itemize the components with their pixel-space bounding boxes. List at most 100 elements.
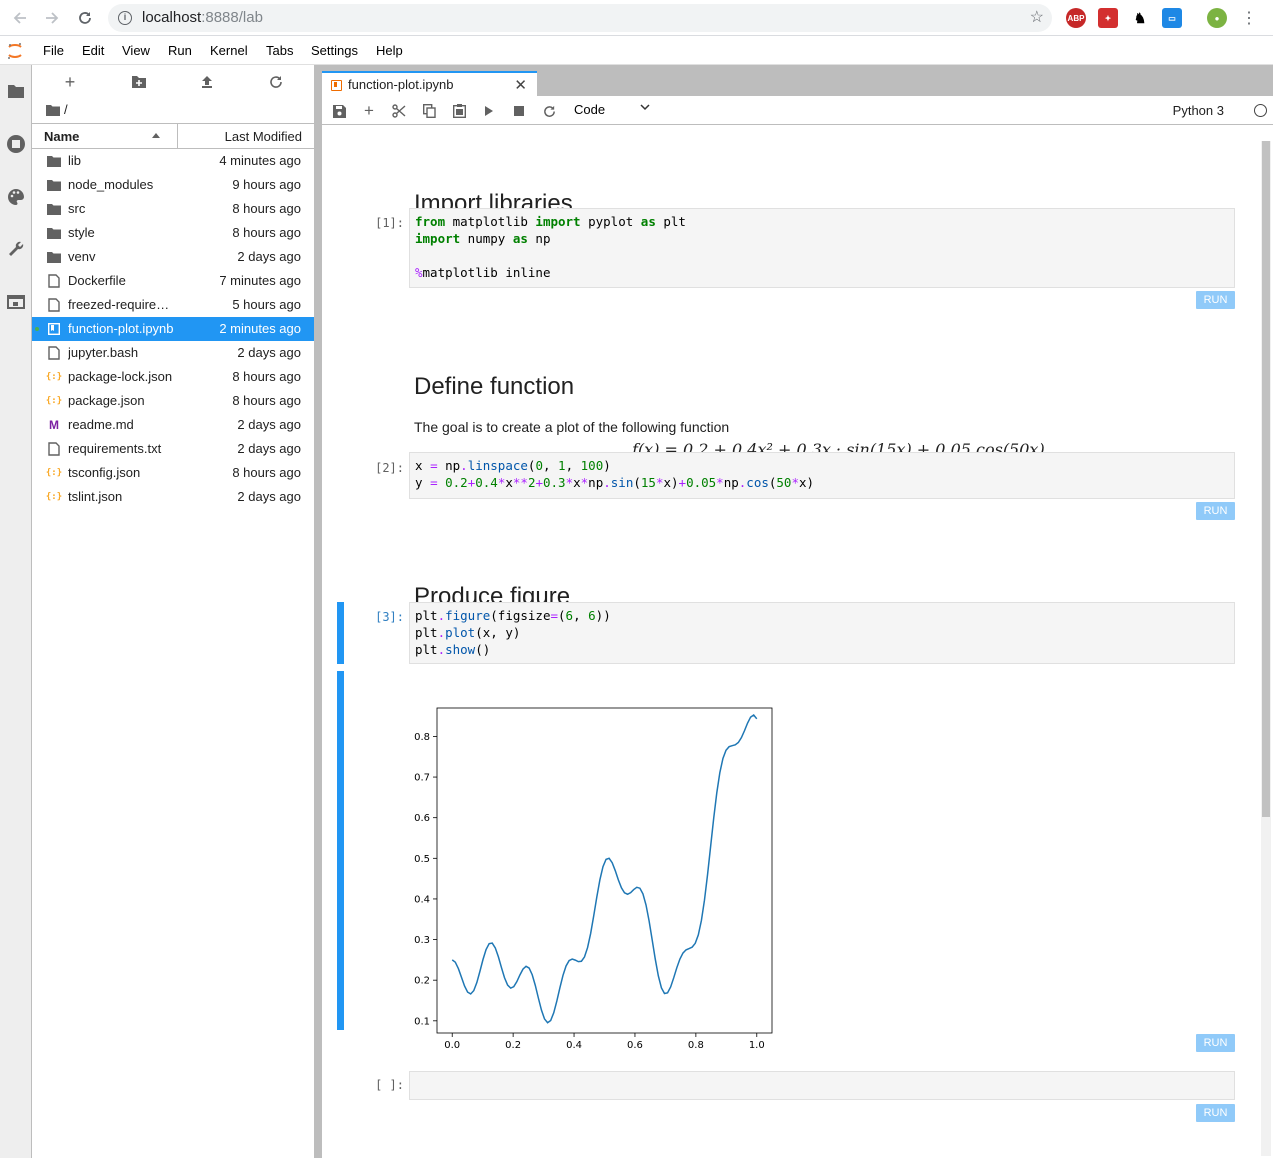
y-tick-label: 0.5 <box>414 854 430 865</box>
close-icon[interactable]: ✕ <box>514 76 527 94</box>
tabs-icon[interactable] <box>4 290 28 314</box>
file-row[interactable]: node_modules 9 hours ago <box>32 173 314 197</box>
file-modified: 8 hours ago <box>232 225 301 240</box>
stop-icon[interactable] <box>510 102 528 120</box>
notebook-icon <box>331 80 342 91</box>
new-folder-button[interactable] <box>129 72 149 92</box>
code-cell-2[interactable]: x = np.linspace(0, 1, 100) y = 0.2+0.4*x… <box>409 452 1235 499</box>
menu-help[interactable]: Help <box>376 43 403 58</box>
back-icon[interactable] <box>8 6 32 30</box>
column-modified-header[interactable]: Last Modified <box>225 129 302 144</box>
file-row[interactable]: style 8 hours ago <box>32 221 314 245</box>
breadcrumb: / <box>46 102 68 117</box>
kebab-menu-icon[interactable]: ⋮ <box>1237 6 1261 30</box>
cell-type-select[interactable]: Code <box>574 102 650 117</box>
gnome-icon[interactable]: ♞ <box>1130 8 1150 28</box>
file-row[interactable]: lib 4 minutes ago <box>32 149 314 173</box>
code-cell-1[interactable]: from matplotlib import pyplot as plt imp… <box>409 208 1235 288</box>
new-launcher-button[interactable]: + <box>60 72 80 92</box>
x-tick-label: 0.8 <box>688 1040 704 1051</box>
folder-icon <box>47 202 61 216</box>
file-modified: 2 days ago <box>237 417 301 432</box>
file-name: function-plot.ipynb <box>68 321 174 336</box>
notebook-icon <box>47 322 61 336</box>
extension-blue-icon[interactable]: ▭ <box>1162 8 1182 28</box>
copy-icon[interactable] <box>420 102 438 120</box>
restart-icon[interactable] <box>540 102 558 120</box>
file-row[interactable]: Dockerfile 7 minutes ago <box>32 269 314 293</box>
markdown-paragraph: The goal is to create a plot of the foll… <box>414 419 730 435</box>
menu-bar: File Edit View Run Kernel Tabs Settings … <box>0 37 1273 65</box>
menu-run[interactable]: Run <box>168 43 192 58</box>
file-row[interactable]: src 8 hours ago <box>32 197 314 221</box>
file-row[interactable]: function-plot.ipynb 2 minutes ago <box>32 317 314 341</box>
file-row[interactable]: {:} tslint.json 2 days ago <box>32 485 314 509</box>
x-tick-label: 0.0 <box>444 1040 460 1051</box>
file-row[interactable]: venv 2 days ago <box>32 245 314 269</box>
bookmark-star-icon[interactable]: ☆ <box>1030 4 1044 32</box>
file-row[interactable]: {:} package-lock.json 8 hours ago <box>32 365 314 389</box>
menu-view[interactable]: View <box>122 43 150 58</box>
file-row[interactable]: {:} package.json 8 hours ago <box>32 389 314 413</box>
wrench-icon[interactable] <box>4 237 28 261</box>
folder-icon[interactable] <box>4 79 28 103</box>
output-collapser[interactable] <box>337 671 344 1030</box>
cut-icon[interactable] <box>390 102 408 120</box>
upload-button[interactable] <box>197 72 217 92</box>
scrollbar-thumb[interactable] <box>1262 141 1270 817</box>
breadcrumb-root[interactable]: / <box>64 102 68 117</box>
y-tick-label: 0.1 <box>414 1016 430 1027</box>
info-icon[interactable]: i <box>118 11 132 25</box>
menu-kernel[interactable]: Kernel <box>210 43 248 58</box>
avatar[interactable]: ● <box>1207 8 1227 28</box>
file-row[interactable]: Mreadme.md 2 days ago <box>32 413 314 437</box>
forward-icon[interactable] <box>40 6 64 30</box>
menu-settings[interactable]: Settings <box>311 43 358 58</box>
file-row[interactable]: requirements.txt 2 days ago <box>32 437 314 461</box>
file-row[interactable]: freezed-requirements.txt 5 hours ago <box>32 293 314 317</box>
chevron-down-icon <box>640 102 650 114</box>
palette-icon[interactable] <box>4 185 28 209</box>
kernel-name[interactable]: Python 3 <box>1173 103 1224 118</box>
column-name-header[interactable]: Name <box>44 129 79 144</box>
run-button[interactable]: RUN <box>1196 502 1235 520</box>
tab-function-plot[interactable]: function-plot.ipynb ✕ <box>322 71 537 97</box>
line-chart: 0.0 0.2 0.4 0.6 0.8 1.0 0.1 0.2 0.3 0.4 0.5 0.6 0.7 0… <box>414 707 773 1051</box>
extension-red-icon[interactable]: ✦ <box>1098 8 1118 28</box>
notebook-scrollbar[interactable] <box>1261 141 1271 1156</box>
y-tick-label: 0.6 <box>414 813 430 824</box>
active-cell-collapser[interactable] <box>337 602 344 664</box>
file-name: readme.md <box>68 417 134 432</box>
menu-edit[interactable]: Edit <box>82 43 104 58</box>
json-icon: {:} <box>45 372 63 382</box>
menu-file[interactable]: File <box>43 43 64 58</box>
run-icon[interactable] <box>480 102 498 120</box>
main-dock-area: function-plot.ipynb ✕ + Code Python 3 Im… <box>315 65 1273 1158</box>
add-cell-icon[interactable]: + <box>360 101 378 120</box>
code-cell-empty[interactable] <box>409 1071 1235 1100</box>
file-icon <box>47 298 61 312</box>
paste-icon[interactable] <box>450 102 468 120</box>
refresh-button[interactable] <box>266 72 286 92</box>
running-icon[interactable] <box>4 132 28 156</box>
column-divider[interactable] <box>177 124 178 148</box>
run-button[interactable]: RUN <box>1196 291 1235 309</box>
run-button[interactable]: RUN <box>1196 1034 1235 1052</box>
adblock-icon[interactable]: ABP <box>1066 8 1086 28</box>
file-row[interactable]: {:} tsconfig.json 8 hours ago <box>32 461 314 485</box>
address-bar[interactable]: i localhost:8888/lab ☆ <box>108 4 1052 32</box>
reload-icon[interactable] <box>73 6 97 30</box>
menu-tabs[interactable]: Tabs <box>266 43 293 58</box>
x-tick-label: 1.0 <box>749 1040 765 1051</box>
kernel-idle-icon <box>1254 104 1267 117</box>
file-name: style <box>68 225 95 240</box>
folder-icon <box>47 226 61 240</box>
save-icon[interactable] <box>330 102 348 120</box>
code-cell-3[interactable]: plt.figure(figsize=(6, 6)) plt.plot(x, y… <box>409 602 1235 664</box>
file-name: package-lock.json <box>68 369 173 384</box>
home-folder-icon[interactable] <box>46 104 60 116</box>
file-row[interactable]: jupyter.bash 2 days ago <box>32 341 314 365</box>
run-button[interactable]: RUN <box>1196 1104 1235 1122</box>
tab-label: function-plot.ipynb <box>348 77 454 92</box>
y-tick-label: 0.4 <box>414 894 430 905</box>
